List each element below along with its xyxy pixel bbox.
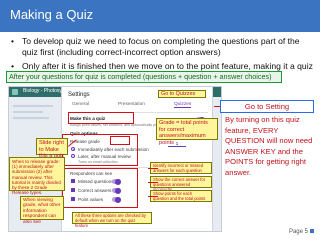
forms-logo-icon xyxy=(12,89,18,95)
background-line xyxy=(13,111,43,113)
background-line xyxy=(13,117,49,119)
summary-banner: After your questions for quiz is complet… xyxy=(6,71,282,83)
bullet-text: Only after it is finished then we move o… xyxy=(22,61,313,71)
bullet-text: To develop quiz we need to focus on comp… xyxy=(22,36,300,57)
tab-quizzes[interactable]: Quizzes xyxy=(174,102,192,108)
page-marker-icon xyxy=(310,229,314,234)
callout-respondent-see: When viewing grade, what other informati… xyxy=(20,196,64,225)
quiz-feature-note: By turning on this quiz feature, EVERY Q… xyxy=(225,115,313,177)
page-number-text: Page 5 xyxy=(288,229,308,235)
callout-grade-points: Grade = total points for correct answers… xyxy=(156,118,218,146)
tab-general[interactable]: General xyxy=(72,102,89,107)
bullet-list: • To develop quiz we need to focus on co… xyxy=(8,36,314,75)
respondent-see-highlight xyxy=(62,168,138,208)
callout-show-correct: Show the correct answer for questions an… xyxy=(150,176,212,191)
connector-line xyxy=(148,196,158,197)
callout-go-quizzes: Go to Quizzes xyxy=(158,90,206,98)
bullet-dot-icon: • xyxy=(11,36,15,46)
callout-slide-right: Slide right to Make this a quiz xyxy=(36,138,68,159)
page-number: Page 5 xyxy=(289,229,314,235)
bullet-item: • To develop quiz we need to focus on co… xyxy=(8,36,314,58)
connector-line xyxy=(148,182,158,183)
connector-line xyxy=(148,168,158,169)
go-to-setting-note: Go to Setting xyxy=(220,100,314,113)
dialog-title: Settings xyxy=(68,92,90,98)
settings-tabs: General Presentation Quizzes xyxy=(66,102,210,111)
tab-presentation[interactable]: Presentation xyxy=(118,102,145,107)
callout-defaults: All these three options are checked by d… xyxy=(72,212,152,227)
make-quiz-highlight xyxy=(68,112,134,124)
points-highlight xyxy=(110,136,130,145)
callout-show-points: Show points for each question and the to… xyxy=(150,190,212,202)
background-line xyxy=(13,105,53,107)
callout-identify-missed: Identify incorrect or missed answers for… xyxy=(150,162,212,174)
slide-title: Making a Quiz xyxy=(10,7,94,22)
slide-title-bar: Making a Quiz xyxy=(0,0,320,32)
callout-release-grade: When to release grade: (1) immediately a… xyxy=(9,157,65,195)
